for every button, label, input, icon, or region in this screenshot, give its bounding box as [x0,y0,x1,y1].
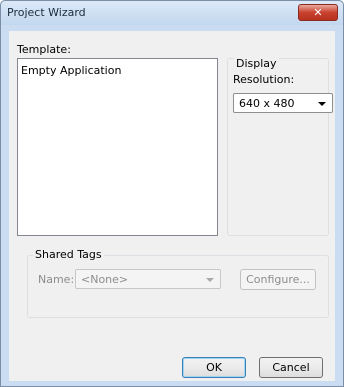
template-label: Template: [17,43,71,56]
window-title: Project Wizard [7,6,86,19]
project-wizard-dialog: Project Wizard ✕ Template: Empty Applica… [0,0,344,387]
template-item-empty-application[interactable]: Empty Application [21,64,121,77]
chevron-down-icon [318,102,326,106]
display-group-title: Display [234,57,279,70]
close-icon: ✕ [313,6,323,19]
cancel-button[interactable]: Cancel [259,357,323,378]
resolution-select[interactable]: 640 x 480 [233,93,333,113]
resolution-label: Resolution: [233,73,295,86]
ok-button-label: OK [206,361,222,374]
close-button[interactable]: ✕ [298,4,338,21]
name-label: Name: [38,273,75,286]
display-group: Display Resolution: 640 x 480 [227,57,333,236]
shared-tags-group-title: Shared Tags [33,248,104,261]
shared-tags-group: Shared Tags Name: <None> Configure... [27,248,329,318]
configure-button-label: Configure... [246,273,310,286]
ok-button[interactable]: OK [182,357,246,378]
configure-button[interactable]: Configure... [240,269,316,290]
name-value: <None> [81,273,129,286]
resolution-value: 640 x 480 [239,97,295,110]
cancel-button-label: Cancel [272,361,310,374]
name-select[interactable]: <None> [75,269,221,289]
template-list[interactable]: Empty Application [17,58,218,236]
title-bar[interactable]: Project Wizard ✕ [1,1,343,25]
chevron-down-icon [206,278,214,282]
dialog-body: Template: Empty Application Display Reso… [9,31,335,381]
